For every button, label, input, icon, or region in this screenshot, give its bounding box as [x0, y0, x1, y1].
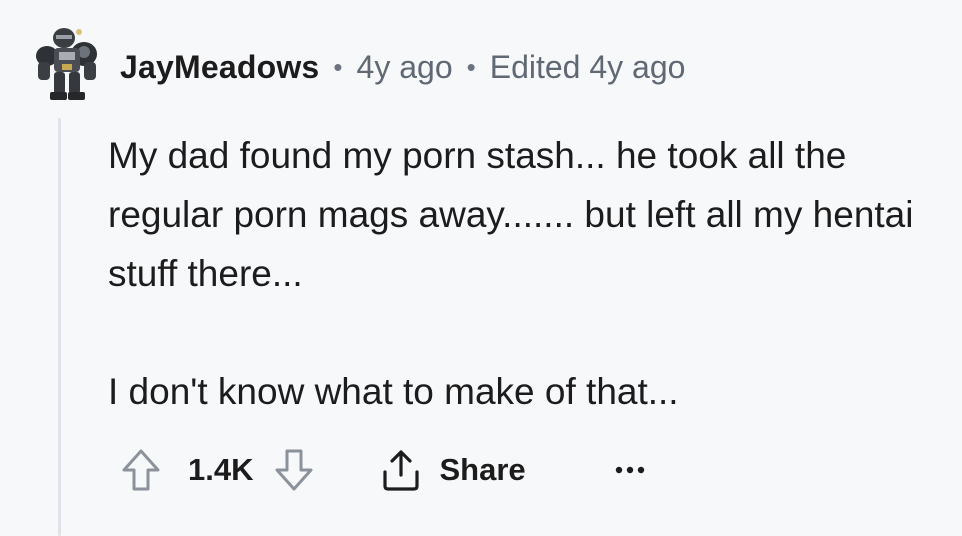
thread-line[interactable]: [58, 118, 61, 536]
downvote-button[interactable]: [271, 444, 317, 496]
avatar[interactable]: [34, 22, 100, 104]
comment: JayMeadows • 4y ago • Edited 4y ago My d…: [0, 0, 962, 536]
edited-label: Edited 4y ago: [489, 48, 686, 85]
upvote-button[interactable]: [118, 444, 164, 496]
meta-separator: •: [466, 51, 476, 82]
author-link[interactable]: JayMeadows: [120, 49, 319, 86]
comment-actions: 1.4K Share: [118, 440, 652, 500]
arrow-up-outline-icon: [122, 449, 160, 491]
ellipsis-icon: [615, 466, 644, 474]
comment-meta: JayMeadows • 4y ago • Edited 4y ago: [120, 46, 685, 88]
more-options-button[interactable]: [608, 448, 652, 492]
vote-score: 1.4K: [188, 452, 254, 487]
timestamp[interactable]: 4y ago: [357, 49, 453, 86]
comment-paragraph: I don't know what to make of that...: [108, 371, 679, 412]
meta-separator: •: [333, 51, 343, 82]
share-upload-icon: [383, 450, 420, 491]
arrow-down-outline-icon: [275, 449, 313, 491]
robot-avatar-icon: [36, 28, 97, 100]
share-label: Share: [439, 452, 526, 487]
comment-body: My dad found my porn stash... he took al…: [108, 126, 928, 421]
comment-paragraph: My dad found my porn stash... he took al…: [108, 135, 914, 294]
share-button[interactable]: Share: [379, 448, 526, 492]
